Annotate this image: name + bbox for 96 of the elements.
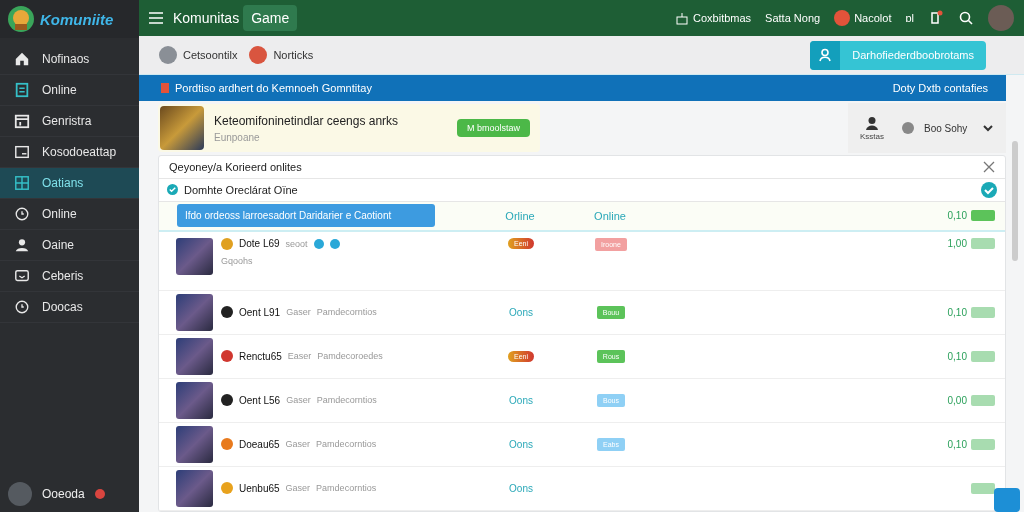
status-dot xyxy=(902,122,914,134)
status-text: Oons xyxy=(508,307,534,318)
nav-link[interactable]: Nacolot xyxy=(854,12,892,24)
game-name[interactable]: Dote L69 xyxy=(239,238,280,250)
status-tag xyxy=(971,351,995,362)
menu-icon[interactable] xyxy=(149,12,163,24)
game-detail: Pamdecorntios xyxy=(316,439,377,450)
featured-subtitle: Eunpoane xyxy=(214,131,261,143)
photo-placeholder xyxy=(176,238,213,275)
calendar-icon xyxy=(14,113,30,129)
section-title: Game xyxy=(243,5,298,31)
game-detail: Pamdecorntios xyxy=(316,483,377,494)
game-category: Gaser xyxy=(286,307,311,318)
nav-link[interactable]: Satta Nong xyxy=(765,12,821,24)
card-title: Qeyoney/a Korieerd onlites xyxy=(169,160,302,173)
user-name[interactable]: Norticks xyxy=(273,49,314,61)
clock-icon xyxy=(14,206,30,222)
user-icon xyxy=(14,237,30,253)
game-name[interactable]: Doeau65 xyxy=(239,439,280,450)
game-detail: Pamdecorntios xyxy=(316,395,377,406)
game-name[interactable]: Oent L91 xyxy=(239,307,281,318)
photo-placeholder xyxy=(176,382,213,419)
user-icon xyxy=(865,115,879,130)
verified-icon xyxy=(313,239,324,249)
notification-dot xyxy=(94,489,105,499)
sidebar-item[interactable]: Online xyxy=(0,199,139,230)
sidebar-item[interactable]: Online xyxy=(0,75,139,106)
scrollbar[interactable] xyxy=(1012,141,1018,261)
game-subtitle: Gqoohs xyxy=(221,256,254,266)
clock-icon xyxy=(14,299,30,315)
status-tag xyxy=(971,238,995,249)
game-category: Gaser xyxy=(285,439,311,450)
row-value: 0,00 xyxy=(946,395,967,406)
status-text: Oons xyxy=(508,483,534,494)
photo-placeholder xyxy=(176,294,213,331)
banner-link[interactable]: Doty Dxtb contafies xyxy=(892,82,988,94)
sidebar-item[interactable]: Ceberis xyxy=(0,261,139,292)
status-tag xyxy=(971,439,995,450)
status-tag xyxy=(971,307,995,318)
verified-icon xyxy=(329,239,340,249)
search-icon[interactable] xyxy=(958,10,974,26)
game-detail: Pamdecoroedes xyxy=(317,351,383,362)
card-subtitle: Domhte Oreclárat Oïne xyxy=(184,183,298,196)
user-avatar xyxy=(159,46,177,64)
photo-placeholder xyxy=(160,106,204,150)
photo-placeholder xyxy=(176,426,213,463)
footer-label: Ooeoda xyxy=(42,487,85,501)
row-value: 0,10 xyxy=(946,439,967,450)
game-name[interactable]: Uenbu65 xyxy=(239,483,280,494)
home-icon xyxy=(14,51,30,67)
grid-icon xyxy=(14,175,30,191)
chevron-icon[interactable] xyxy=(982,123,994,133)
checkbox[interactable] xyxy=(981,181,997,198)
sidebar-item[interactable]: Oaine xyxy=(0,230,139,261)
status-tag xyxy=(971,210,995,222)
column-header: Orline xyxy=(504,209,536,222)
logo-icon xyxy=(6,4,36,34)
sidebar-item[interactable]: Genristra xyxy=(0,106,139,137)
game-category: Easer xyxy=(287,351,312,362)
column-header: 0,10 xyxy=(946,210,967,222)
status-text: Oons xyxy=(508,439,534,450)
nav-link[interactable]: Coxbitbmas xyxy=(693,12,752,24)
window-icon xyxy=(14,144,30,160)
row-value: 0,10 xyxy=(946,351,967,362)
logo-title: Komuniite xyxy=(40,10,114,28)
tv-icon xyxy=(14,268,30,284)
game-code: seoot xyxy=(285,239,308,249)
row-value: 1,00 xyxy=(946,238,967,249)
flag-icon xyxy=(161,83,169,93)
game-category: Gaser xyxy=(285,483,311,494)
game-detail: Pamdecorntios xyxy=(316,307,377,318)
game-category: Gaser xyxy=(286,395,311,406)
user-name[interactable]: Cetsoontilx xyxy=(183,49,238,61)
user-icon xyxy=(818,48,833,62)
column-header: Online xyxy=(593,209,627,222)
sidebar-item[interactable]: Doocas xyxy=(0,292,139,323)
check-icon xyxy=(167,184,178,196)
featured-title: Keteomifoninetindlar ceengs anrks xyxy=(214,113,399,128)
user-avatar xyxy=(249,46,268,64)
game-name[interactable]: Renctu65 xyxy=(239,351,282,362)
badge-icon xyxy=(834,10,851,26)
row-value: 0,10 xyxy=(946,307,967,318)
banner-text: Pordtiso ardhert do Kemnoeh Gomntitay xyxy=(175,82,372,94)
status-text: Oons xyxy=(508,395,534,406)
profile-label: Ksstas xyxy=(860,131,884,141)
status-tag xyxy=(971,395,995,406)
photo-placeholder xyxy=(176,470,213,507)
close-icon[interactable] xyxy=(983,160,995,173)
app-title: Komunitas xyxy=(173,10,240,26)
profile-status: Boo Sohy xyxy=(924,122,968,134)
game-name[interactable]: Oent L56 xyxy=(239,395,281,406)
photo-placeholder xyxy=(176,338,213,375)
nav-link[interactable]: ɒl xyxy=(905,12,914,24)
sidebar-item[interactable]: Oatians xyxy=(0,168,139,199)
status-tag xyxy=(971,483,995,494)
doc-icon xyxy=(14,82,30,98)
